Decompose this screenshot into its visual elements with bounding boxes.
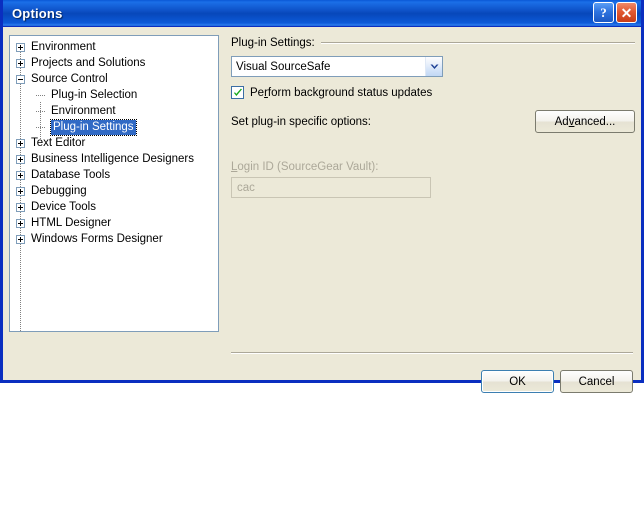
help-icon[interactable]: ? <box>593 2 614 23</box>
advanced-button[interactable]: Ad v anced... <box>535 110 635 133</box>
tree-item-html-designer[interactable]: HTML Designer <box>10 215 218 231</box>
tree-item-business-intelligence-designers[interactable]: Business Intelligence Designers <box>10 151 218 167</box>
ok-button[interactable]: OK <box>481 370 554 393</box>
tree-branch-icon <box>36 94 45 96</box>
tree-branch-icon <box>36 126 45 128</box>
expand-plus-icon[interactable] <box>16 170 25 180</box>
expand-plus-icon[interactable] <box>16 186 25 196</box>
tree-item-label: Projects and Solutions <box>31 56 146 69</box>
group-separator <box>320 42 635 44</box>
tree-item-label: Device Tools <box>31 200 96 213</box>
chevron-down-icon[interactable] <box>425 57 442 76</box>
expand-plus-icon[interactable] <box>16 58 25 68</box>
login-id-field: cac <box>231 177 431 198</box>
expand-plus-icon[interactable] <box>16 154 25 164</box>
expand-plus-icon[interactable] <box>16 218 25 228</box>
tree-item-source-control-environment[interactable]: Environment <box>10 103 218 119</box>
close-icon[interactable]: ✕ <box>616 2 637 23</box>
plugin-specific-options-row: Set plug-in specific options: Ad v anced..… <box>231 110 635 133</box>
settings-pane: Plug-in Settings: Visual SourceSafe Perf… <box>231 35 635 374</box>
expand-plus-icon[interactable] <box>16 42 25 52</box>
tree-item-environment[interactable]: Environment <box>10 39 218 55</box>
tree-item-plug-in-selection[interactable]: Plug-in Selection <box>10 87 218 103</box>
tree-item-label: Database Tools <box>31 168 111 181</box>
checkbox-label: Perform background status updates <box>250 86 433 99</box>
expand-plus-icon[interactable] <box>16 234 25 244</box>
cancel-button[interactable]: Cancel <box>560 370 633 393</box>
tree-item-label: Source Control <box>31 72 108 85</box>
expand-plus-icon[interactable] <box>16 138 25 148</box>
tree-item-label-selected: Plug-in Settings <box>50 118 137 136</box>
tree-item-label: Text Editor <box>31 136 86 149</box>
dialog-content: Environment Projects and Solutions Sourc… <box>3 27 641 393</box>
options-tree[interactable]: Environment Projects and Solutions Sourc… <box>9 35 219 332</box>
footer-buttons: OK Cancel <box>481 370 633 393</box>
tree-item-projects-and-solutions[interactable]: Projects and Solutions <box>10 55 218 71</box>
footer-separator <box>231 352 633 354</box>
set-options-label: Set plug-in specific options: <box>231 115 371 128</box>
tree-item-label: Windows Forms Designer <box>31 232 163 245</box>
login-id-value: cac <box>237 181 255 194</box>
tree-branch-icon <box>36 110 45 112</box>
tree-item-source-control[interactable]: Source Control <box>10 71 218 87</box>
tree-item-label: Plug-in Selection <box>51 88 138 101</box>
window-title: Options <box>12 5 63 21</box>
title-bar-buttons: ? ✕ <box>593 2 637 23</box>
options-dialog: Options ? ✕ Environment Projects and Sol… <box>0 0 644 393</box>
plug-in-settings-group-header: Plug-in Settings: <box>231 35 635 51</box>
title-bar: Options ? ✕ <box>3 0 641 27</box>
checkbox-icon[interactable] <box>231 86 244 99</box>
expand-plus-icon[interactable] <box>16 202 25 212</box>
tree-item-label: Business Intelligence Designers <box>31 152 195 165</box>
group-label: Plug-in Settings: <box>231 37 315 49</box>
tree-item-label: Environment <box>51 104 116 117</box>
tree-item-text-editor[interactable]: Text Editor <box>10 135 218 151</box>
tree-item-debugging[interactable]: Debugging <box>10 183 218 199</box>
plugin-select-value: Visual SourceSafe <box>236 60 331 73</box>
tree-item-database-tools[interactable]: Database Tools <box>10 167 218 183</box>
plugin-select[interactable]: Visual SourceSafe <box>231 56 443 77</box>
login-id-label: Login ID (SourceGear Vault): <box>231 161 379 173</box>
tree-item-plug-in-settings[interactable]: Plug-in Settings <box>10 118 218 136</box>
tree-item-label: Debugging <box>31 184 87 197</box>
tree-item-windows-forms-designer[interactable]: Windows Forms Designer <box>10 231 218 247</box>
collapse-minus-icon[interactable] <box>16 74 25 84</box>
tree-item-device-tools[interactable]: Device Tools <box>10 199 218 215</box>
tree-item-label: Environment <box>31 40 96 53</box>
tree-item-label: HTML Designer <box>31 216 112 229</box>
background-status-checkbox-row[interactable]: Perform background status updates <box>231 86 635 99</box>
